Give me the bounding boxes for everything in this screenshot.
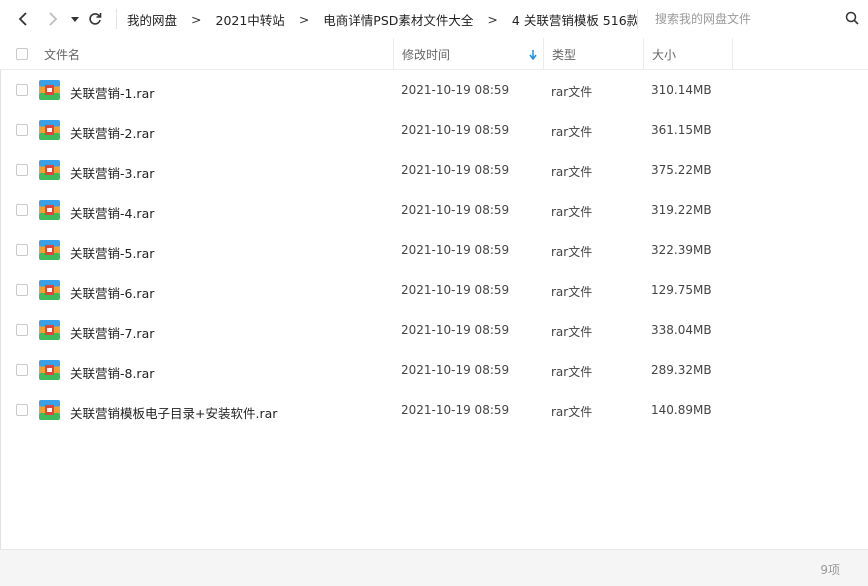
file-size: 319.22MB bbox=[651, 203, 712, 217]
file-size: 375.22MB bbox=[651, 163, 712, 177]
file-name[interactable]: 关联营销-3.rar bbox=[70, 163, 154, 182]
file-date: 2021-10-19 08:59 bbox=[401, 403, 510, 417]
column-label: 类型 bbox=[552, 47, 577, 62]
select-all-checkbox[interactable] bbox=[16, 48, 28, 60]
file-type: rar文件 bbox=[551, 325, 593, 339]
status-bar: 9项 bbox=[0, 549, 868, 586]
file-type: rar文件 bbox=[551, 405, 593, 419]
file-date: 2021-10-19 08:59 bbox=[401, 83, 510, 97]
file-row[interactable]: 关联营销-4.rar 2021-10-19 08:59 rar文件 319.22… bbox=[0, 190, 868, 230]
rar-archive-icon bbox=[39, 280, 60, 300]
file-list: 关联营销-1.rar 2021-10-19 08:59 rar文件 310.14… bbox=[0, 70, 868, 430]
file-date: 2021-10-19 08:59 bbox=[401, 363, 510, 377]
rar-archive-icon bbox=[39, 120, 60, 140]
row-checkbox[interactable] bbox=[16, 244, 28, 256]
rar-archive-icon bbox=[39, 200, 60, 220]
column-header-date[interactable]: 修改时间 bbox=[393, 38, 543, 70]
search-icon[interactable] bbox=[845, 11, 859, 25]
file-date: 2021-10-19 08:59 bbox=[401, 283, 510, 297]
column-header-name[interactable]: 文件名 bbox=[44, 38, 392, 70]
file-size: 140.89MB bbox=[651, 403, 712, 417]
column-label: 修改时间 bbox=[402, 47, 451, 62]
rar-archive-icon bbox=[39, 240, 60, 260]
row-checkbox[interactable] bbox=[16, 364, 28, 376]
file-row[interactable]: 关联营销-6.rar 2021-10-19 08:59 rar文件 129.75… bbox=[0, 270, 868, 310]
row-checkbox[interactable] bbox=[16, 404, 28, 416]
chevron-left-icon bbox=[18, 12, 27, 26]
rar-archive-icon bbox=[39, 360, 60, 380]
file-date: 2021-10-19 08:59 bbox=[401, 203, 510, 217]
item-count: 9项 bbox=[820, 563, 840, 577]
file-date: 2021-10-19 08:59 bbox=[401, 163, 510, 177]
file-list-header: 文件名 修改时间 类型 大小 bbox=[0, 38, 868, 70]
row-checkbox[interactable] bbox=[16, 324, 28, 336]
back-button[interactable] bbox=[10, 6, 36, 32]
file-type: rar文件 bbox=[551, 85, 593, 99]
file-name[interactable]: 关联营销-5.rar bbox=[70, 243, 154, 262]
file-type: rar文件 bbox=[551, 245, 593, 259]
history-dropdown-button[interactable] bbox=[68, 6, 82, 32]
chevron-right-icon bbox=[49, 12, 58, 26]
column-label: 大小 bbox=[652, 47, 677, 62]
file-size: 322.39MB bbox=[651, 243, 712, 257]
rar-archive-icon bbox=[39, 80, 60, 100]
breadcrumb-item-my-disk[interactable]: 我的网盘 bbox=[127, 10, 177, 29]
file-name[interactable]: 关联营销-7.rar bbox=[70, 323, 154, 342]
column-header-size[interactable]: 大小 bbox=[643, 38, 733, 70]
forward-button[interactable] bbox=[40, 6, 66, 32]
breadcrumb-item-current-folder[interactable]: 4 关联营销模板 516款 bbox=[512, 10, 637, 29]
rar-archive-icon bbox=[39, 160, 60, 180]
file-size: 338.04MB bbox=[651, 323, 712, 337]
refresh-icon bbox=[89, 13, 102, 25]
file-row[interactable]: 关联营销-2.rar 2021-10-19 08:59 rar文件 361.15… bbox=[0, 110, 868, 150]
refresh-button[interactable] bbox=[82, 6, 108, 32]
breadcrumb-separator: > bbox=[191, 11, 202, 27]
file-size: 310.14MB bbox=[651, 83, 712, 97]
file-name[interactable]: 关联营销-4.rar bbox=[70, 203, 154, 222]
row-checkbox[interactable] bbox=[16, 164, 28, 176]
file-row[interactable]: 关联营销模板电子目录+安装软件.rar 2021-10-19 08:59 rar… bbox=[0, 390, 868, 430]
row-checkbox[interactable] bbox=[16, 204, 28, 216]
caret-down-icon bbox=[71, 16, 79, 22]
toolbar-divider bbox=[116, 9, 117, 29]
toolbar: 我的网盘 > 2021中转站 > 电商详情PSD素材文件大全 > 4 关联营销模… bbox=[0, 0, 868, 38]
file-type: rar文件 bbox=[551, 165, 593, 179]
file-type: rar文件 bbox=[551, 205, 593, 219]
file-row[interactable]: 关联营销-3.rar 2021-10-19 08:59 rar文件 375.22… bbox=[0, 150, 868, 190]
breadcrumb-item-psd-collection[interactable]: 电商详情PSD素材文件大全 bbox=[323, 10, 473, 29]
file-date: 2021-10-19 08:59 bbox=[401, 243, 510, 257]
file-row[interactable]: 关联营销-7.rar 2021-10-19 08:59 rar文件 338.04… bbox=[0, 310, 868, 350]
search-input[interactable] bbox=[655, 12, 825, 26]
file-size: 289.32MB bbox=[651, 363, 712, 377]
search-box bbox=[655, 0, 867, 38]
rar-archive-icon bbox=[39, 400, 60, 420]
file-type: rar文件 bbox=[551, 365, 593, 379]
file-size: 361.15MB bbox=[651, 123, 712, 137]
file-row[interactable]: 关联营销-5.rar 2021-10-19 08:59 rar文件 322.39… bbox=[0, 230, 868, 270]
file-date: 2021-10-19 08:59 bbox=[401, 323, 510, 337]
file-row[interactable]: 关联营销-8.rar 2021-10-19 08:59 rar文件 289.32… bbox=[0, 350, 868, 390]
row-checkbox[interactable] bbox=[16, 284, 28, 296]
file-name[interactable]: 关联营销-2.rar bbox=[70, 123, 154, 142]
rar-archive-icon bbox=[39, 320, 60, 340]
file-type: rar文件 bbox=[551, 285, 593, 299]
breadcrumb: 我的网盘 > 2021中转站 > 电商详情PSD素材文件大全 > 4 关联营销模… bbox=[127, 0, 637, 38]
arrow-down-icon bbox=[529, 50, 537, 60]
row-checkbox[interactable] bbox=[16, 124, 28, 136]
file-type: rar文件 bbox=[551, 125, 593, 139]
file-size: 129.75MB bbox=[651, 283, 712, 297]
breadcrumb-separator: > bbox=[298, 11, 310, 27]
file-date: 2021-10-19 08:59 bbox=[401, 123, 510, 137]
breadcrumb-item-transfer[interactable]: 2021中转站 bbox=[216, 10, 285, 29]
toolbar-divider bbox=[637, 9, 638, 29]
column-header-type[interactable]: 类型 bbox=[543, 38, 643, 70]
row-checkbox[interactable] bbox=[16, 84, 28, 96]
column-label: 文件名 bbox=[44, 47, 81, 62]
file-name[interactable]: 关联营销-1.rar bbox=[70, 83, 154, 102]
file-name[interactable]: 关联营销模板电子目录+安装软件.rar bbox=[70, 403, 277, 422]
file-name[interactable]: 关联营销-6.rar bbox=[70, 283, 154, 302]
breadcrumb-separator: > bbox=[487, 11, 498, 27]
file-row[interactable]: 关联营销-1.rar 2021-10-19 08:59 rar文件 310.14… bbox=[0, 70, 868, 110]
file-name[interactable]: 关联营销-8.rar bbox=[70, 363, 154, 382]
